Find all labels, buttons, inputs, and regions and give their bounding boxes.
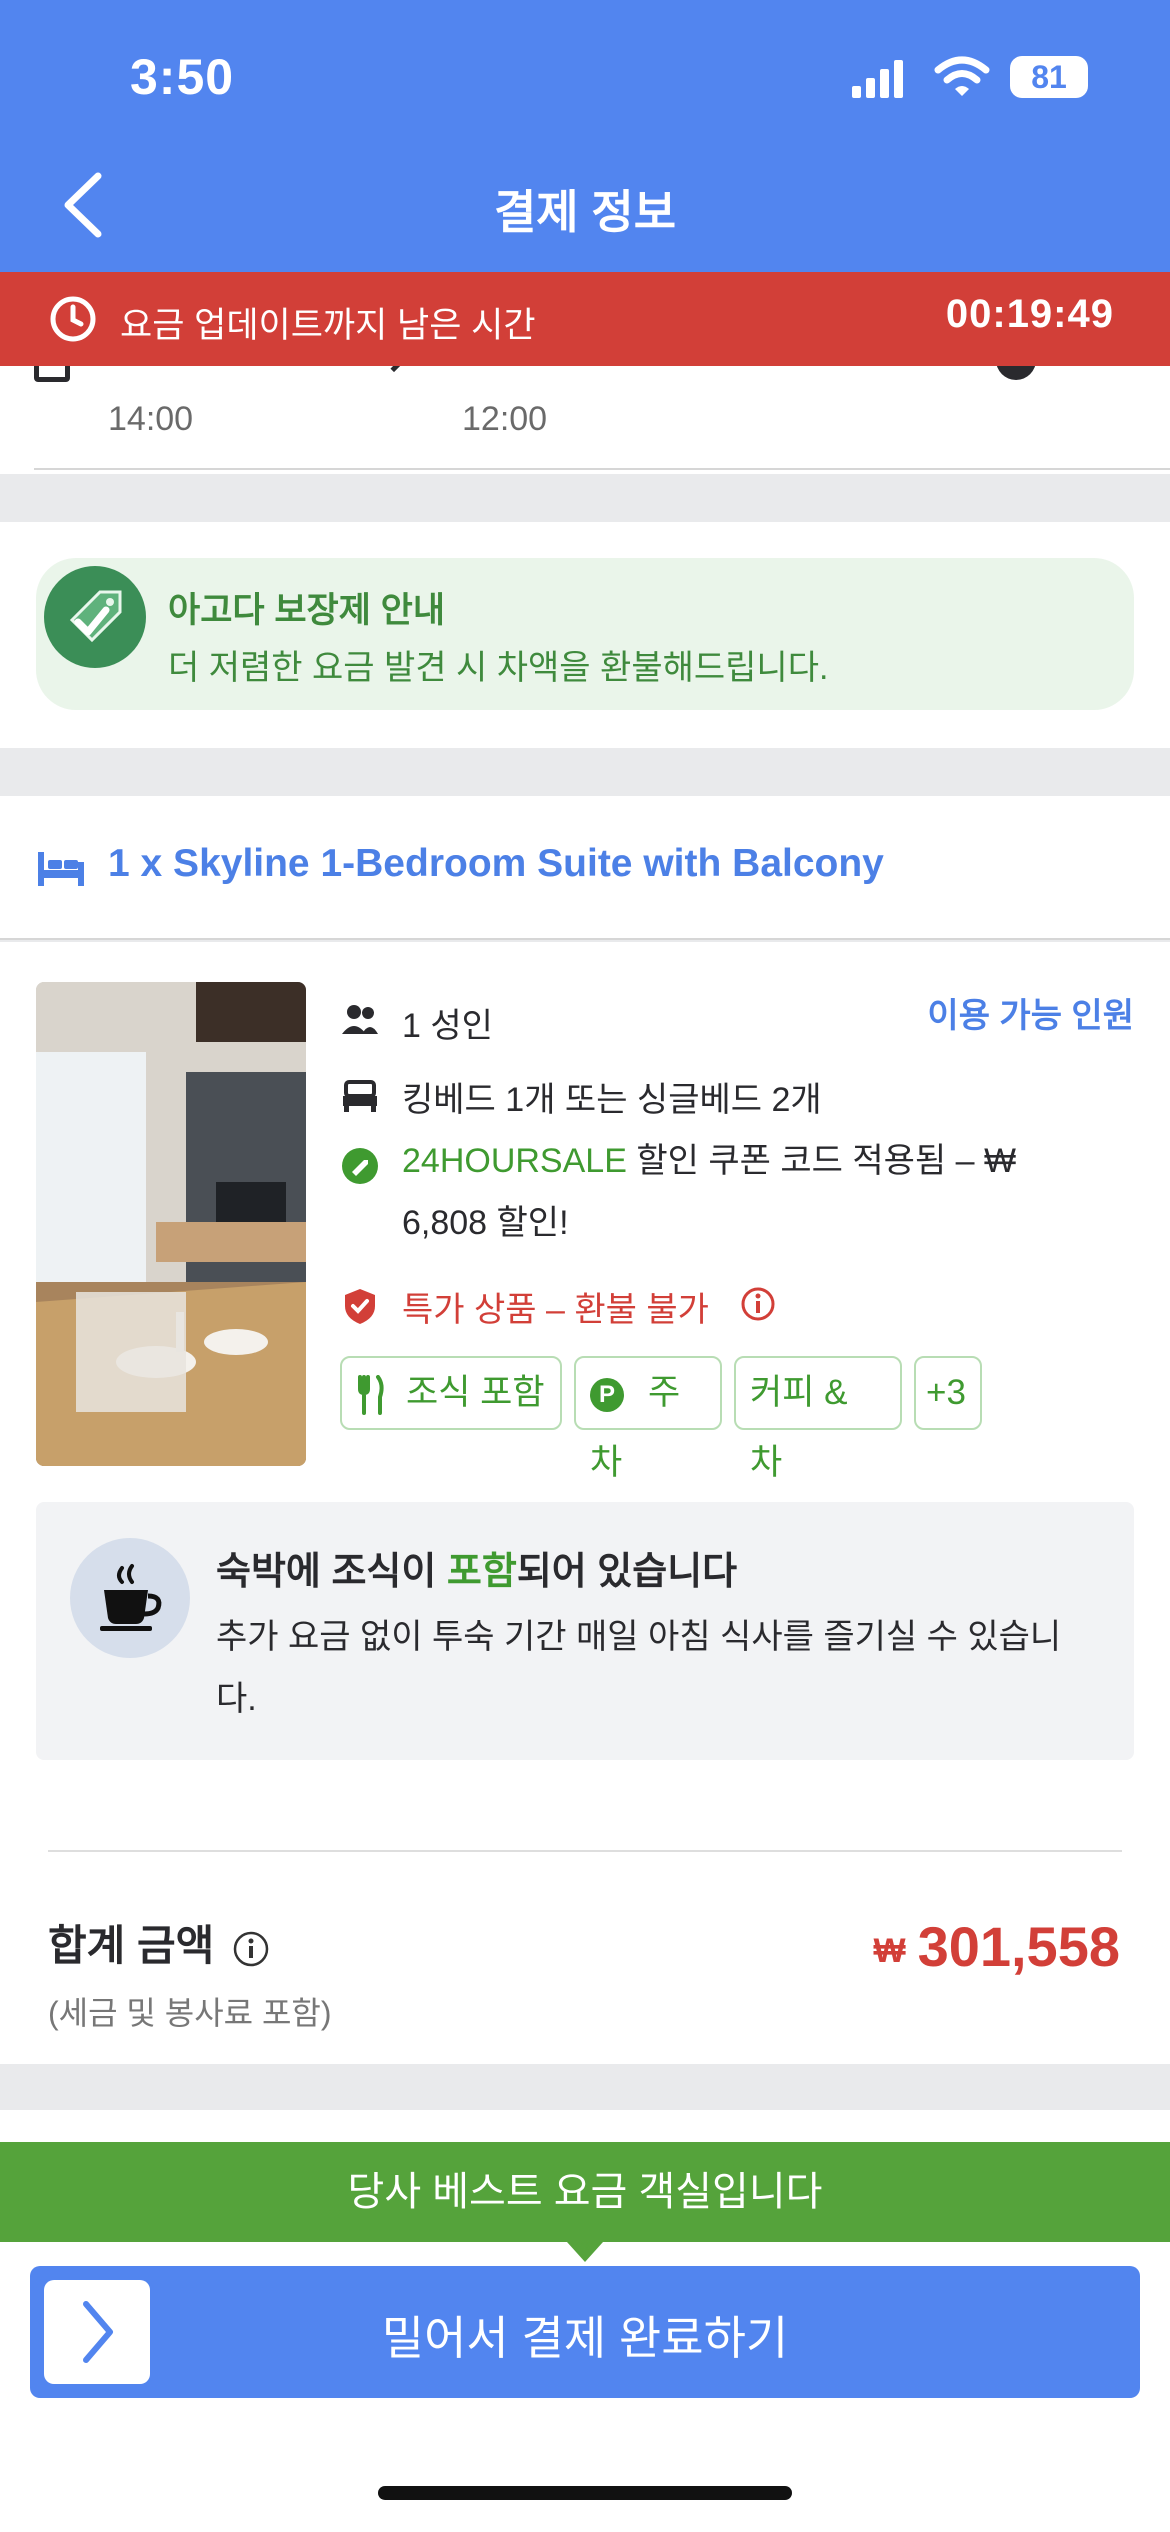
bed-icon	[38, 852, 84, 886]
chip-more[interactable]: +3	[914, 1356, 982, 1430]
chip-coffee-tea[interactable]: 커피 & 차	[734, 1356, 902, 1482]
occupancy-text: 1 성인	[402, 1007, 493, 1045]
guarantee-subtitle: 더 저렴한 요금 발견 시 차액을 환불해드립니다.	[168, 649, 829, 687]
room-title: 1 x Skyline 1-Bedroom Suite with Balcony	[108, 842, 884, 885]
available-occupancy-link[interactable]: 이용 가능 인원	[927, 988, 1134, 1037]
pay-button-label: 밀어서 결제 완료하기	[381, 2312, 789, 2364]
guarantee-title: 아고다 보장제 안내	[168, 591, 446, 630]
shield-icon	[345, 1289, 375, 1324]
coupon-code: 24HOURSALE	[402, 1142, 627, 1180]
chip-label: 조식 포함	[406, 1373, 545, 1412]
status-time: 3:50	[130, 49, 235, 105]
stay-dates-section: 14:00 12:00	[0, 366, 1170, 474]
info-icon[interactable]	[232, 1930, 270, 1968]
home-indicator	[378, 2486, 792, 2500]
breakfast-subtitle: 추가 요금 없이 투숙 기간 매일 아침 식사를 즐기실 수 있습니다.	[216, 1618, 1062, 1718]
divider	[34, 468, 1170, 470]
swipe-handle[interactable]	[44, 2280, 150, 2384]
room-details-section: 1 성인 이용 가능 인원 킹베드 1개 또는 싱글베드 2개 24HOURSA…	[0, 942, 1170, 2064]
chevron-right-icon	[83, 2301, 113, 2363]
banner-pointer	[567, 2242, 603, 2262]
chip-breakfast[interactable]: 조식 포함	[340, 1356, 562, 1430]
parking-icon: P	[590, 1377, 624, 1412]
checkin-time: 14:00	[108, 400, 194, 438]
best-rate-banner: 당사 베스트 요금 객실입니다	[0, 2142, 1170, 2242]
coupon-text: 24HOURSALE 할인 쿠폰 코드 적용됨 – ₩ 6,808 할인!	[402, 1130, 1062, 1254]
checkout-time: 12:00	[462, 400, 548, 438]
room-title-section: 1 x Skyline 1-Bedroom Suite with Balcony	[0, 796, 1170, 940]
fork-knife-icon	[358, 1374, 384, 1415]
total-amount: ₩301,558	[873, 1915, 1120, 1978]
price-guarantee-card[interactable]: 아고다 보장제 안내 더 저렴한 요금 발견 시 차액을 환불해드립니다.	[36, 558, 1134, 710]
guarantee-section: 아고다 보장제 안내 더 저렴한 요금 발견 시 차액을 환불해드립니다.	[0, 522, 1170, 748]
total-note: (세금 및 봉사료 포함)	[48, 1995, 332, 2031]
status-icons: 81	[850, 54, 1090, 100]
wifi-icon	[934, 56, 990, 96]
guarantee-tag-icon	[44, 566, 146, 668]
breakfast-title: 숙박에 조식이 포함되어 있습니다	[216, 1551, 738, 1593]
breakfast-info-card: 숙박에 조식이 포함되어 있습니다 추가 요금 없이 투숙 기간 매일 아침 식…	[36, 1502, 1134, 1760]
chip-parking[interactable]: P 주차	[574, 1356, 722, 1482]
page-title: 결제 정보	[493, 186, 677, 238]
timer-countdown: 00:19:49	[945, 292, 1114, 336]
swipe-to-pay-button[interactable]: 밀어서 결제 완료하기	[30, 2266, 1140, 2398]
battery-icon: 81	[1010, 56, 1088, 98]
coupon-description: 할인 쿠폰 코드 적용됨 – ₩	[626, 1142, 1017, 1180]
coffee-cup-icon	[70, 1538, 190, 1658]
bed-type-text: 킹베드 1개 또는 싱글베드 2개	[402, 1081, 822, 1119]
rate-timer-banner: 요금 업데이트까지 남은 시간 00:19:49	[0, 272, 1170, 366]
refund-policy-text: 특가 상품 – 환불 불가	[402, 1291, 709, 1329]
room-photo[interactable]	[36, 982, 306, 1466]
people-icon	[342, 1005, 378, 1034]
timer-label: 요금 업데이트까지 남은 시간	[120, 306, 536, 345]
coupon-discount: 6,808 할인!	[402, 1204, 569, 1242]
clock-icon	[50, 296, 96, 342]
checkout-footer: 당사 베스트 요금 객실입니다 밀어서 결제 완료하기	[0, 2110, 1170, 2532]
info-icon[interactable]	[740, 1286, 776, 1322]
scrolled-date-row	[34, 366, 1134, 386]
bed-icon	[343, 1080, 377, 1112]
signal-icon	[852, 60, 903, 98]
divider	[48, 1850, 1122, 1852]
coupon-icon	[342, 1148, 378, 1184]
app-header: 3:50 81 결제 정보	[0, 0, 1170, 272]
total-label: 합계 금액	[48, 1912, 270, 1973]
